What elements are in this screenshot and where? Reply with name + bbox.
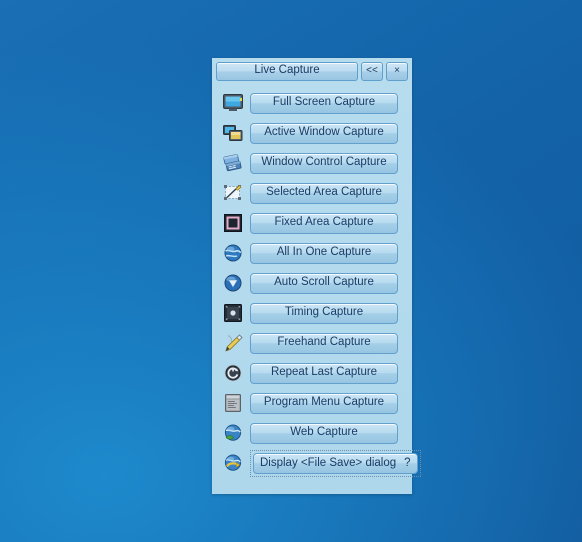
capture-action-list: Full Screen Capture Active Window Captur… [212,84,421,478]
full-screen-capture-button[interactable]: Full Screen Capture [250,92,398,114]
live-capture-panel: Live Capture << × Full Screen Capture Ac… [212,58,421,494]
auto-scroll-capture-button[interactable]: Auto Scroll Capture [250,272,398,294]
desktop-background: Live Capture << × Full Screen Capture Ac… [0,0,582,542]
list-item[interactable]: Active Window Capture [212,118,412,148]
list-item[interactable]: Freehand Capture [212,328,412,358]
repeat-circle-icon [220,362,246,384]
all-in-one-capture-button[interactable]: All In One Capture [250,242,398,264]
fixed-area-capture-button[interactable]: Fixed Area Capture [250,212,398,234]
globe-save-icon [220,452,246,474]
list-item[interactable]: Repeat Last Capture [212,358,412,388]
list-item[interactable]: Timing Capture [212,298,412,328]
help-question-icon[interactable]: ? [404,455,410,472]
repeat-last-capture-button[interactable]: Repeat Last Capture [250,362,398,384]
web-capture-button[interactable]: Web Capture [250,422,398,444]
titlebar: Live Capture << × [212,58,412,84]
list-item[interactable]: All In One Capture [212,238,412,268]
dialog-focus-outline: Display <File Save> dialog ? [250,449,421,477]
display-file-save-dialog-button[interactable]: Display <File Save> dialog ? [253,452,418,474]
timing-capture-button[interactable]: Timing Capture [250,302,398,324]
list-item[interactable]: Full Screen Capture [212,88,412,118]
timer-film-icon [220,302,246,324]
freehand-capture-button[interactable]: Freehand Capture [250,332,398,354]
list-item[interactable]: Window Control Capture [212,148,412,178]
program-menu-capture-button[interactable]: Program Menu Capture [250,392,398,414]
close-button[interactable]: × [386,62,408,81]
list-item[interactable]: Program Menu Capture [212,388,412,418]
windows-overlap-icon [220,122,246,144]
collapse-button[interactable]: << [361,62,383,81]
selected-area-capture-button[interactable]: Selected Area Capture [250,182,398,204]
dialog-button-label: Display <File Save> dialog [260,456,397,469]
freehand-pen-icon [220,332,246,354]
list-item[interactable]: Web Capture [212,418,412,448]
globe-icon [220,242,246,264]
window-control-capture-button[interactable]: Window Control Capture [250,152,398,174]
active-window-capture-button[interactable]: Active Window Capture [250,122,398,144]
globe-green-icon [220,422,246,444]
list-item[interactable]: Fixed Area Capture [212,208,412,238]
monitor-icon [220,92,246,114]
list-item[interactable]: Auto Scroll Capture [212,268,412,298]
list-item[interactable]: Selected Area Capture [212,178,412,208]
scroll-down-sphere-icon [220,272,246,294]
pencil-selection-icon [220,182,246,204]
program-window-icon [220,392,246,414]
window-controls-icon [220,152,246,174]
list-item[interactable]: Display <File Save> dialog ? [212,448,421,478]
window-title[interactable]: Live Capture [216,62,358,81]
fixed-square-icon [220,212,246,234]
